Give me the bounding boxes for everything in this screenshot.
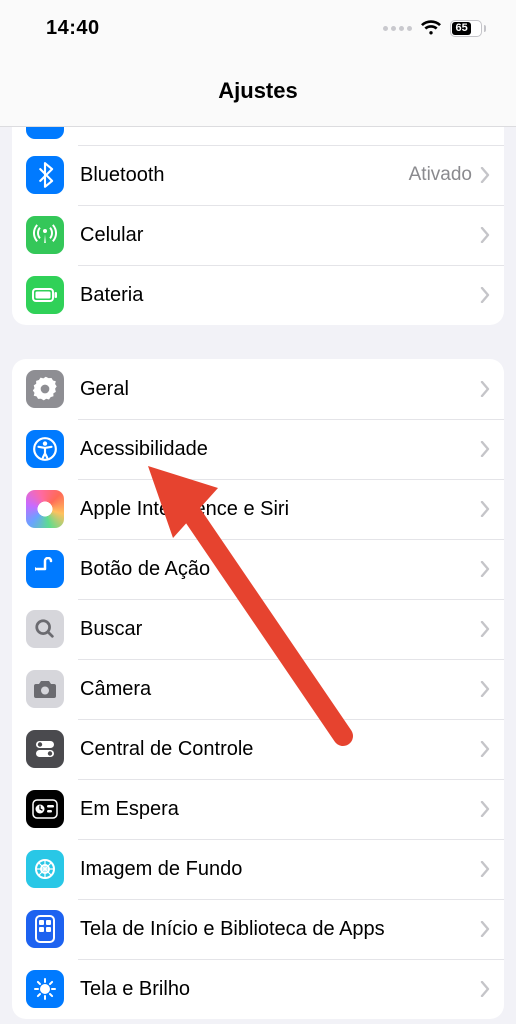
settings-row-label: Imagem de Fundo	[80, 858, 480, 881]
settings-row-label: Câmera	[80, 678, 480, 701]
settings-row-label: Botão de Ação	[80, 558, 480, 581]
content-scroll[interactable]: Bluetooth Ativado Celular Bateria Geral	[0, 127, 516, 1024]
cellular-dots-icon	[383, 26, 412, 31]
action-button-icon	[26, 550, 64, 588]
settings-row-label: Apple Intelligence e Siri	[80, 498, 480, 521]
battery-pct: 65	[452, 22, 471, 35]
accessibility-icon	[26, 430, 64, 468]
settings-row-label: Central de Controle	[80, 738, 480, 761]
settings-row-accessibility[interactable]: Acessibilidade	[12, 419, 504, 479]
settings-row-cellular[interactable]: Celular	[12, 205, 504, 265]
settings-row-label: Geral	[80, 378, 480, 401]
antenna-icon	[26, 216, 64, 254]
chevron-right-icon	[480, 861, 490, 877]
chevron-right-icon	[480, 981, 490, 997]
bluetooth-icon	[26, 156, 64, 194]
statusbar-time: 14:40	[46, 17, 100, 40]
chevron-right-icon	[480, 227, 490, 243]
settings-row-wallpaper[interactable]: Imagem de Fundo	[12, 839, 504, 899]
gear-icon	[26, 370, 64, 408]
settings-row-standby[interactable]: Em Espera	[12, 779, 504, 839]
home-screen-icon	[26, 910, 64, 948]
chevron-right-icon	[480, 741, 490, 757]
settings-row-wifi[interactable]	[12, 127, 504, 145]
settings-row-bluetooth[interactable]: Bluetooth Ativado	[12, 145, 504, 205]
settings-row-label: Buscar	[80, 618, 480, 641]
chevron-right-icon	[480, 561, 490, 577]
control-center-icon	[26, 730, 64, 768]
battery-icon	[26, 276, 64, 314]
wallpaper-icon	[26, 850, 64, 888]
chevron-right-icon	[480, 127, 490, 136]
chevron-right-icon	[480, 441, 490, 457]
settings-row-action-button[interactable]: Botão de Ação	[12, 539, 504, 599]
settings-row-label: Bluetooth	[80, 164, 409, 187]
settings-row-control-center[interactable]: Central de Controle	[12, 719, 504, 779]
chevron-right-icon	[480, 167, 490, 183]
settings-group-general: Geral Acessibilidade Apple Intelligence …	[12, 359, 504, 1019]
settings-row-value: Ativado	[409, 164, 472, 186]
settings-row-battery[interactable]: Bateria	[12, 265, 504, 325]
settings-row-search[interactable]: Buscar	[12, 599, 504, 659]
settings-group-connectivity: Bluetooth Ativado Celular Bateria	[12, 127, 504, 325]
settings-row-label: Celular	[80, 224, 480, 247]
settings-row-general[interactable]: Geral	[12, 359, 504, 419]
standby-icon	[26, 790, 64, 828]
camera-icon	[26, 670, 64, 708]
settings-row-home-screen[interactable]: Tela de Início e Biblioteca de Apps	[12, 899, 504, 959]
chevron-right-icon	[480, 801, 490, 817]
apple-intelligence-icon	[26, 490, 64, 528]
settings-row-label: Acessibilidade	[80, 438, 480, 461]
page-title: Ajustes	[218, 78, 297, 104]
battery-icon: 65	[450, 20, 486, 37]
wifi-icon	[26, 127, 64, 139]
settings-row-label: Tela de Início e Biblioteca de Apps	[80, 918, 480, 941]
settings-row-label: Tela e Brilho	[80, 978, 480, 1001]
nav-header: Ajustes	[0, 56, 516, 127]
brightness-icon	[26, 970, 64, 1008]
chevron-right-icon	[480, 287, 490, 303]
settings-row-label: Bateria	[80, 284, 480, 307]
chevron-right-icon	[480, 921, 490, 937]
search-icon	[26, 610, 64, 648]
chevron-right-icon	[480, 501, 490, 517]
settings-row-camera[interactable]: Câmera	[12, 659, 504, 719]
wifi-icon	[420, 20, 442, 36]
settings-row-label: Em Espera	[80, 798, 480, 821]
statusbar-indicators: 65	[383, 20, 486, 37]
chevron-right-icon	[480, 681, 490, 697]
settings-row-apple-intelligence-siri[interactable]: Apple Intelligence e Siri	[12, 479, 504, 539]
chevron-right-icon	[480, 621, 490, 637]
status-bar: 14:40 65	[0, 0, 516, 56]
chevron-right-icon	[480, 381, 490, 397]
settings-row-display-brightness[interactable]: Tela e Brilho	[12, 959, 504, 1019]
